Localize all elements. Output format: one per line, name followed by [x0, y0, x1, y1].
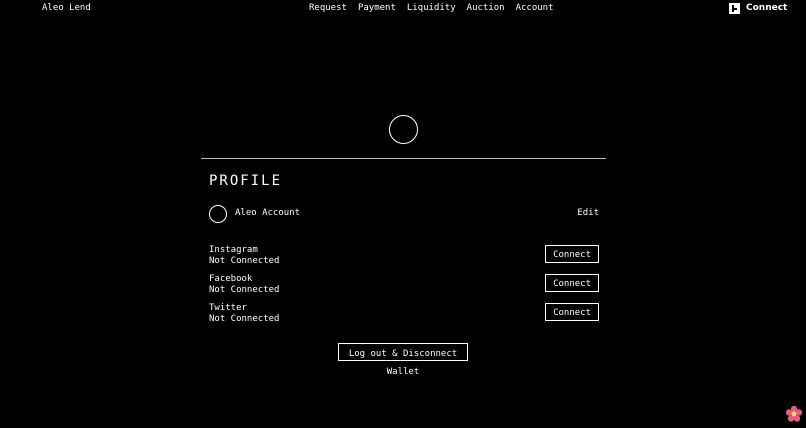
social-name: Twitter	[209, 303, 247, 313]
account-label: Aleo Account	[235, 208, 301, 218]
nav-liquidity[interactable]: Liquidity	[407, 2, 456, 14]
social-name: Instagram	[209, 245, 258, 255]
connect-twitter-button[interactable]: Connect	[545, 303, 599, 321]
wallet-icon	[729, 2, 740, 14]
account-row: Aleo Account Edit	[209, 205, 599, 223]
connect-facebook-button[interactable]: Connect	[545, 274, 599, 292]
edit-button[interactable]: Edit	[577, 208, 599, 218]
nav-account[interactable]: Account	[516, 2, 554, 14]
social-row-instagram: Instagram Not Connected Connect	[209, 245, 599, 267]
social-row-twitter: Twitter Not Connected Connect	[209, 303, 599, 325]
profile-avatar[interactable]	[389, 115, 418, 144]
social-status: Not Connected	[209, 285, 280, 295]
flower-icon[interactable]	[785, 405, 803, 423]
page-title: PROFILE	[209, 173, 283, 189]
logout-disconnect-button[interactable]: Log out & Disconnect Wallet	[338, 343, 468, 377]
nav-payment[interactable]: Payment	[358, 2, 396, 14]
nav-request[interactable]: Request	[309, 2, 347, 14]
connect-wallet-label: Connect	[746, 3, 788, 13]
app-brand[interactable]: Aleo Lend	[42, 2, 91, 14]
nav-auction[interactable]: Auction	[467, 2, 505, 14]
connect-wallet-button[interactable]: Connect	[729, 2, 787, 14]
social-status: Not Connected	[209, 256, 280, 266]
section-divider	[201, 158, 606, 159]
account-avatar	[209, 205, 227, 223]
connect-instagram-button[interactable]: Connect	[545, 245, 599, 263]
social-status: Not Connected	[209, 314, 280, 324]
social-name: Facebook	[209, 274, 253, 284]
social-row-facebook: Facebook Not Connected Connect	[209, 274, 599, 296]
top-nav: Request Payment Liquidity Auction Accoun…	[309, 2, 554, 14]
